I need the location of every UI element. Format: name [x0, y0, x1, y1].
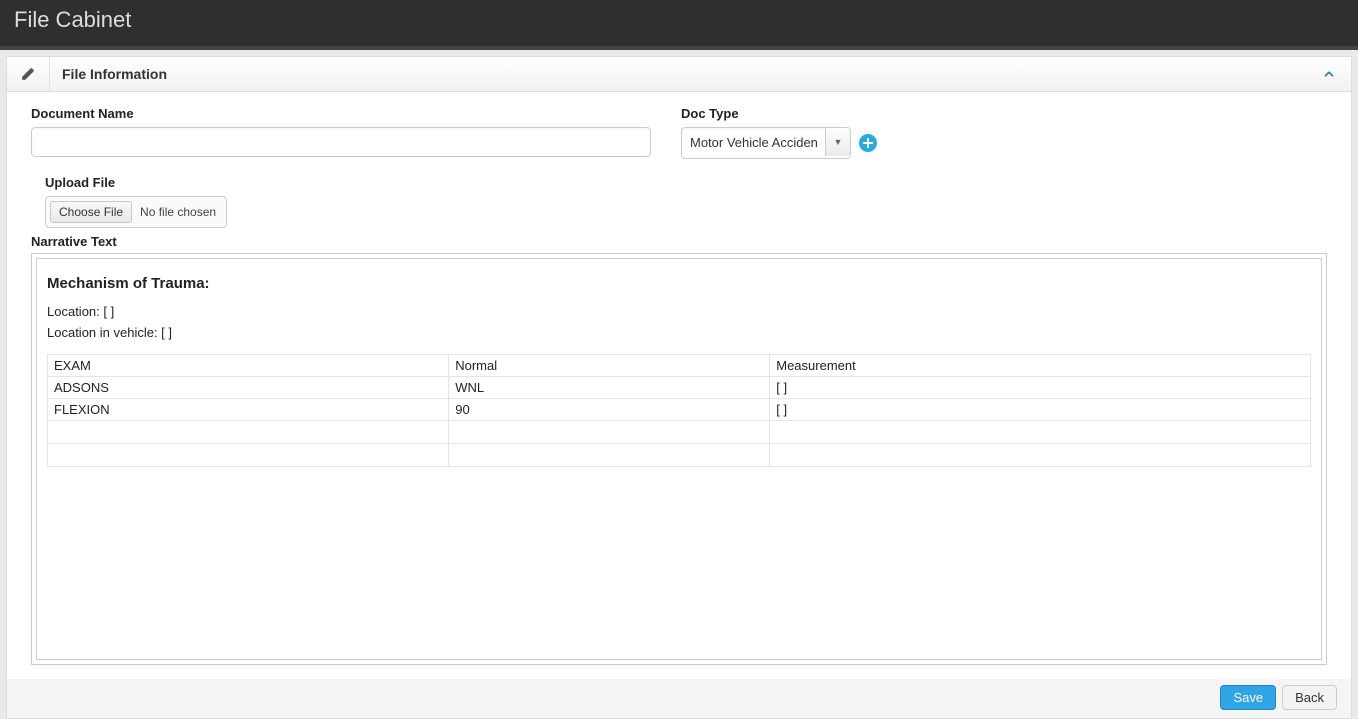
narrative-vehicle: Location in vehicle: [ ]	[47, 325, 1311, 340]
panel-title: File Information	[62, 66, 1319, 82]
table-row: FLEXION90[ ]	[48, 399, 1311, 421]
form-row-top: Document Name Doc Type Motor Vehicle Acc…	[31, 106, 1327, 159]
footer-buttons: Save Back	[7, 679, 1351, 718]
doc-type-select[interactable]: Motor Vehicle Acciden ▼	[681, 127, 851, 159]
file-status: No file chosen	[140, 205, 216, 219]
narrative-label: Narrative Text	[31, 234, 1327, 249]
page-background: File Information Document Name Doc Type	[0, 50, 1358, 719]
doc-type-group: Doc Type Motor Vehicle Acciden ▼	[681, 106, 941, 159]
doc-type-selected: Motor Vehicle Acciden	[681, 127, 851, 159]
table-header-row: EXAMNormalMeasurement	[48, 355, 1311, 377]
file-chooser[interactable]: Choose File No file chosen	[45, 196, 227, 228]
collapse-toggle[interactable]	[1319, 64, 1339, 84]
add-doc-type-button[interactable]	[859, 134, 877, 152]
table-header-cell: EXAM	[48, 355, 449, 377]
table-row: ADSONSWNL[ ]	[48, 377, 1311, 399]
app-header: File Cabinet	[0, 0, 1358, 50]
narrative-location: Location: [ ]	[47, 304, 1311, 319]
edit-icon	[7, 57, 50, 91]
narrative-box: Mechanism of Trauma: Location: [ ] Locat…	[31, 253, 1327, 665]
panel-header: File Information	[7, 57, 1351, 92]
table-cell: ADSONS	[48, 377, 449, 399]
form-frame: File Information Document Name Doc Type	[6, 56, 1352, 719]
save-button[interactable]: Save	[1220, 685, 1276, 710]
upload-group: Upload File Choose File No file chosen	[45, 175, 1327, 228]
table-header-cell: Normal	[449, 355, 770, 377]
choose-file-button[interactable]: Choose File	[50, 201, 132, 223]
doc-type-label: Doc Type	[681, 106, 941, 121]
panel-body: Document Name Doc Type Motor Vehicle Acc…	[7, 92, 1351, 679]
table-cell: WNL	[449, 377, 770, 399]
file-info-panel: File Information Document Name Doc Type	[7, 57, 1351, 679]
document-name-input[interactable]	[31, 127, 651, 157]
table-cell: 90	[449, 399, 770, 421]
app-title: File Cabinet	[14, 7, 131, 32]
narrative-heading: Mechanism of Trauma:	[47, 275, 1311, 292]
narrative-editor[interactable]: Mechanism of Trauma: Location: [ ] Locat…	[36, 258, 1322, 660]
table-cell: FLEXION	[48, 399, 449, 421]
back-button[interactable]: Back	[1282, 685, 1337, 710]
table-cell: [ ]	[770, 399, 1311, 421]
table-cell: [ ]	[770, 377, 1311, 399]
table-row-empty	[48, 444, 1311, 467]
document-name-label: Document Name	[31, 106, 651, 121]
table-row-empty	[48, 421, 1311, 444]
table-header-cell: Measurement	[770, 355, 1311, 377]
upload-label: Upload File	[45, 175, 1327, 190]
exam-table: EXAMNormalMeasurementADSONSWNL[ ]FLEXION…	[47, 354, 1311, 467]
document-name-group: Document Name	[31, 106, 651, 159]
